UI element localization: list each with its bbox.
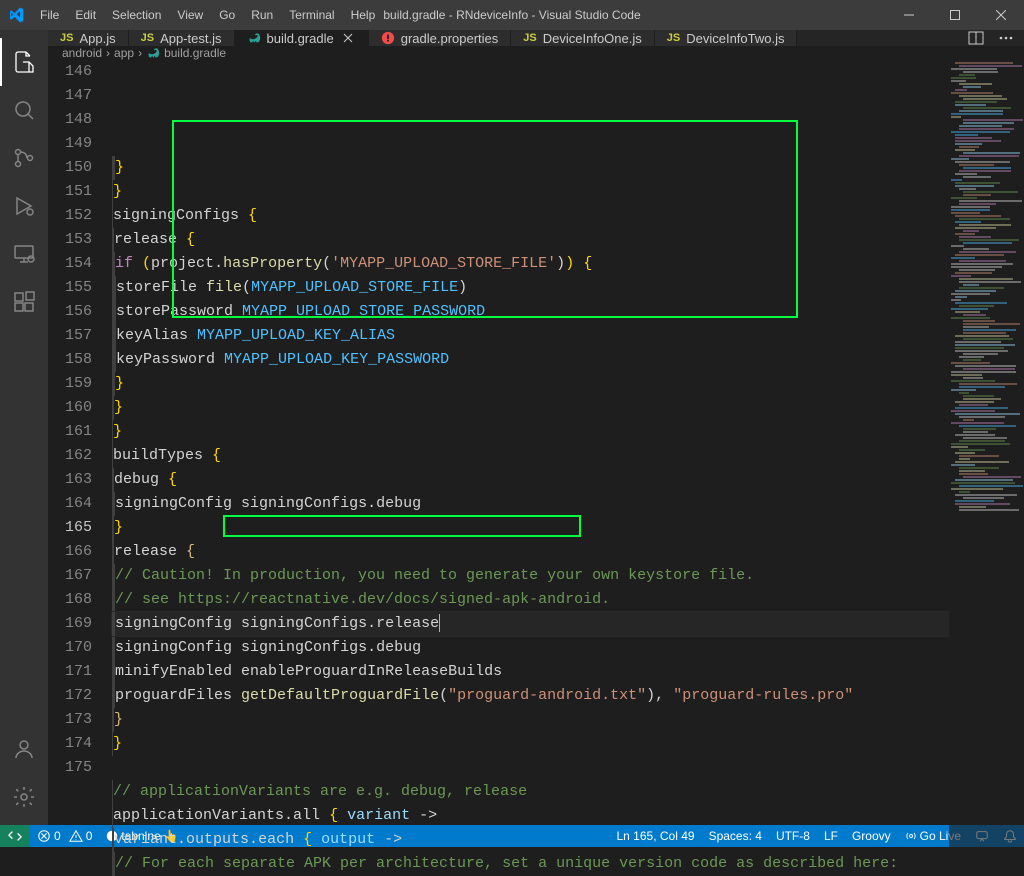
explorer-icon[interactable] <box>0 38 48 86</box>
remote-indicator[interactable] <box>0 825 30 847</box>
tab-App-test-js[interactable]: JS App-test.js <box>129 30 235 46</box>
breadcrumb-part[interactable]: build.gradle <box>164 46 226 60</box>
js-icon: JS <box>523 32 536 44</box>
tab-label: build.gradle <box>267 31 334 46</box>
extensions-icon[interactable] <box>0 278 48 326</box>
menu-file[interactable]: File <box>32 0 67 30</box>
search-icon[interactable] <box>0 86 48 134</box>
menu-selection[interactable]: Selection <box>104 0 169 30</box>
tab-gradle-properties[interactable]: gradle.properties <box>369 30 512 46</box>
menu-terminal[interactable]: Terminal <box>281 0 342 30</box>
tab-label: App-test.js <box>160 31 221 46</box>
editor-area: JSApp.jsJSApp-test.jsbuild.gradlegradle.… <box>48 30 1024 825</box>
menu-bar: FileEditSelectionViewGoRunTerminalHelp <box>0 0 383 30</box>
maximize-button[interactable] <box>932 0 978 30</box>
code-editor[interactable]: 1461471481491501511521531541551561571581… <box>48 60 1024 876</box>
error-icon <box>381 31 395 45</box>
title-bar: FileEditSelectionViewGoRunTerminalHelp b… <box>0 0 1024 30</box>
chevron-right-icon: › <box>106 46 110 60</box>
js-icon: JS <box>141 32 154 44</box>
breadcrumb-part[interactable]: app <box>114 46 134 60</box>
chevron-right-icon: › <box>138 46 142 60</box>
menu-run[interactable]: Run <box>243 0 281 30</box>
window-title: build.gradle - RNdeviceInfo - Visual Stu… <box>383 8 640 22</box>
run-debug-icon[interactable] <box>0 182 48 230</box>
activity-bar <box>0 30 48 825</box>
more-actions-icon[interactable] <box>998 30 1014 46</box>
menu-go[interactable]: Go <box>211 0 243 30</box>
tab-DeviceInfoOne-js[interactable]: JS DeviceInfoOne.js <box>511 30 654 46</box>
minimap[interactable] <box>949 60 1024 876</box>
tab-App-js[interactable]: JS App.js <box>48 30 129 46</box>
gradle-icon <box>247 31 261 45</box>
vscode-logo-icon <box>8 7 24 23</box>
js-icon: JS <box>60 32 73 44</box>
tab-label: gradle.properties <box>401 31 499 46</box>
gradle-icon <box>146 46 160 60</box>
tab-bar: JS App.js JS App-test.js build.gradle gradle.… <box>48 30 1024 46</box>
split-editor-icon[interactable] <box>968 30 984 46</box>
tab-label: App.js <box>79 31 115 46</box>
menu-help[interactable]: Help <box>343 0 384 30</box>
tab-build-gradle[interactable]: build.gradle <box>235 30 369 46</box>
breadcrumbs[interactable]: android › app › build.gradle <box>48 46 1024 60</box>
tab-label: DeviceInfoOne.js <box>543 31 642 46</box>
menu-edit[interactable]: Edit <box>67 0 104 30</box>
minimize-button[interactable] <box>886 0 932 30</box>
js-icon: JS <box>667 32 680 44</box>
window-controls <box>886 0 1024 30</box>
accounts-icon[interactable] <box>0 725 48 773</box>
breadcrumb-part[interactable]: android <box>62 46 102 60</box>
settings-gear-icon[interactable] <box>0 773 48 821</box>
close-icon[interactable] <box>340 30 356 46</box>
menu-view[interactable]: View <box>169 0 211 30</box>
close-button[interactable] <box>978 0 1024 30</box>
code-content[interactable]: } } signingConfigs { release { if (proje… <box>112 60 949 876</box>
tab-label: DeviceInfoTwo.js <box>686 31 784 46</box>
tab-DeviceInfoTwo-js[interactable]: JS DeviceInfoTwo.js <box>655 30 798 46</box>
remote-explorer-icon[interactable] <box>0 230 48 278</box>
source-control-icon[interactable] <box>0 134 48 182</box>
